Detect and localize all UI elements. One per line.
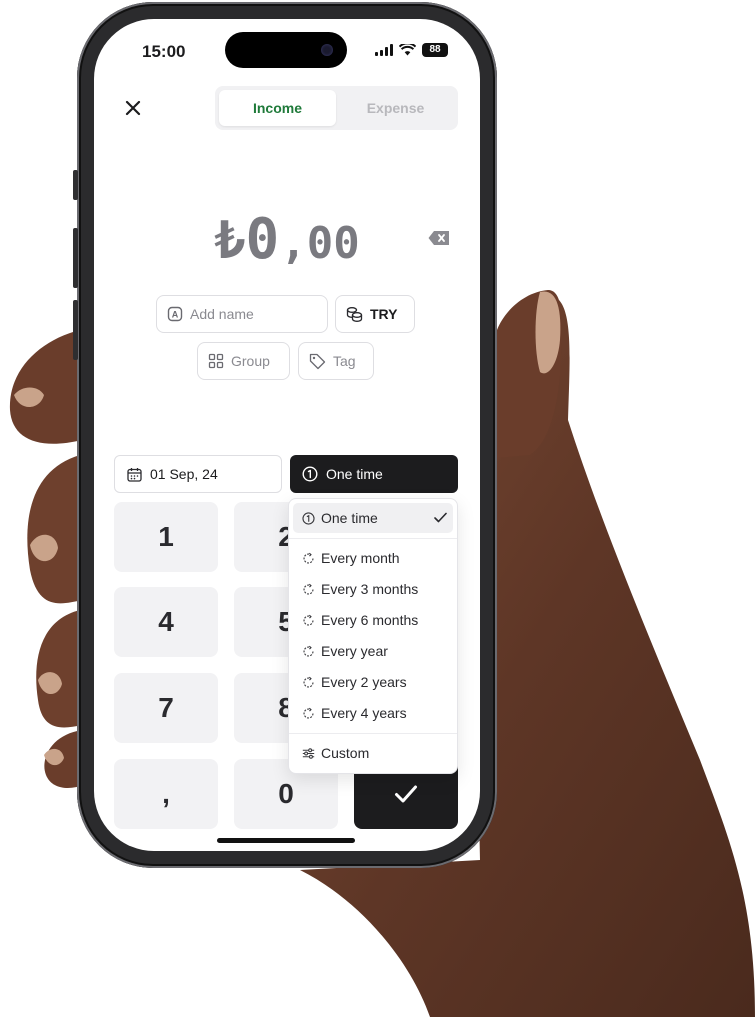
- tag-button[interactable]: Tag: [298, 342, 374, 380]
- status-icons: 88: [375, 43, 448, 57]
- menu-item-one-time[interactable]: One time: [293, 503, 453, 533]
- checkmark-icon: [395, 785, 417, 803]
- repeat-icon: [303, 707, 314, 719]
- coins-icon: [346, 307, 363, 322]
- status-time: 15:00: [142, 42, 186, 61]
- amount-decimals: 00: [306, 218, 360, 269]
- menu-divider: [289, 538, 457, 539]
- menu-item-label: Every 2 years: [321, 674, 407, 690]
- menu-item-every-year[interactable]: Every year: [293, 636, 453, 666]
- repeat-icon: [303, 552, 314, 564]
- one-time-icon: [302, 466, 318, 482]
- menu-item-custom[interactable]: Custom: [293, 738, 453, 768]
- app-screen: 15:00 88 Income Expense ₺0,00 A Add name…: [94, 19, 480, 851]
- backspace-icon[interactable]: [428, 230, 450, 246]
- battery-icon: 88: [422, 43, 448, 57]
- currency-button[interactable]: TRY: [335, 295, 415, 333]
- menu-item-label: One time: [321, 510, 378, 526]
- add-name-placeholder: Add name: [190, 306, 254, 322]
- recurrence-button[interactable]: One time: [290, 455, 458, 493]
- type-segmented-control: Income Expense: [215, 86, 458, 130]
- amount-display: ₺0,00: [94, 207, 480, 272]
- recurrence-menu: One time Every month Every 3 months Ever…: [288, 498, 458, 774]
- menu-item-every-4-years[interactable]: Every 4 years: [293, 698, 453, 728]
- mute-switch: [73, 170, 78, 200]
- grid-icon: [208, 353, 224, 369]
- tab-income[interactable]: Income: [219, 90, 336, 126]
- group-label: Group: [231, 353, 270, 369]
- svg-text:A: A: [172, 310, 179, 320]
- amount-separator: ,: [280, 218, 307, 269]
- key-comma[interactable]: ,: [114, 759, 218, 829]
- key-1[interactable]: 1: [114, 502, 218, 572]
- date-value: 01 Sep, 24: [150, 466, 218, 482]
- key-7[interactable]: 7: [114, 673, 218, 743]
- menu-item-label: Every month: [321, 550, 400, 566]
- menu-item-every-3-months[interactable]: Every 3 months: [293, 574, 453, 604]
- repeat-icon: [303, 614, 314, 626]
- tab-expense[interactable]: Expense: [337, 90, 454, 126]
- menu-item-every-month[interactable]: Every month: [293, 543, 453, 573]
- repeat-icon: [303, 583, 314, 595]
- amount-integer: 0: [245, 207, 281, 272]
- date-picker-button[interactable]: 01 Sep, 24: [114, 455, 282, 493]
- key-4[interactable]: 4: [114, 587, 218, 657]
- menu-divider: [289, 733, 457, 734]
- phone-frame: 15:00 88 Income Expense ₺0,00 A Add name…: [73, 2, 497, 868]
- tag-icon: [309, 353, 326, 369]
- calendar-icon: [127, 467, 142, 482]
- recurrence-value: One time: [326, 466, 383, 482]
- signal-icon: [375, 44, 393, 56]
- menu-item-label: Every 6 months: [321, 612, 419, 628]
- check-icon: [434, 512, 447, 523]
- tag-label: Tag: [333, 353, 356, 369]
- menu-item-every-2-years[interactable]: Every 2 years: [293, 667, 453, 697]
- menu-item-every-6-months[interactable]: Every 6 months: [293, 605, 453, 635]
- menu-item-label: Every 3 months: [321, 581, 419, 597]
- dynamic-island: [225, 32, 347, 68]
- camera-icon: [321, 44, 333, 56]
- repeat-icon: [303, 676, 314, 688]
- name-icon: A: [167, 306, 183, 322]
- volume-up-button: [73, 228, 78, 288]
- close-icon[interactable]: [122, 97, 144, 119]
- wifi-icon: [399, 44, 416, 56]
- add-name-field[interactable]: A Add name: [156, 295, 328, 333]
- one-time-icon: [302, 511, 315, 525]
- group-button[interactable]: Group: [197, 342, 290, 380]
- menu-item-label: Custom: [321, 745, 370, 761]
- menu-item-label: Every year: [321, 643, 388, 659]
- currency-symbol: ₺: [214, 211, 246, 271]
- currency-label: TRY: [370, 306, 398, 322]
- menu-item-label: Every 4 years: [321, 705, 407, 721]
- repeat-icon: [303, 645, 314, 657]
- sliders-icon: [302, 747, 315, 759]
- volume-down-button: [73, 300, 78, 360]
- home-indicator: [217, 838, 355, 843]
